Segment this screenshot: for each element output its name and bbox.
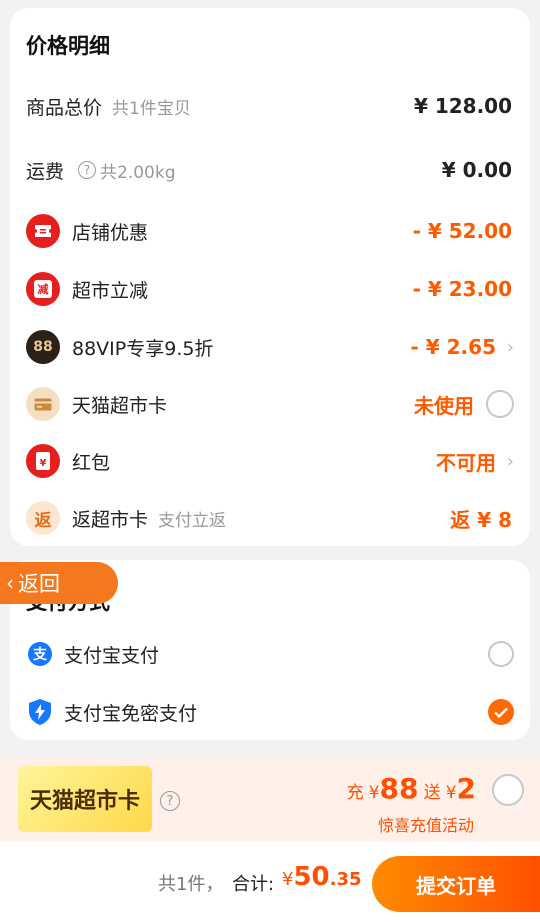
total-decimal: .35 [329, 869, 362, 890]
submit-order-button[interactable]: 提交订单 [372, 856, 540, 912]
reduce-icon-glyph: 减 [34, 280, 52, 298]
rebate-card-amount: 返 ¥ 8 [450, 507, 512, 532]
goods-total-amount: ¥ 128.00 [413, 94, 512, 118]
store-discount-row: 店铺优惠 - ¥ 52.00 [10, 209, 530, 253]
alipay-passwordless-label: 支付宝免密支付 [64, 702, 198, 725]
goods-total-sub: 共1件宝贝 [112, 98, 191, 119]
charge-amount: 88 [379, 772, 419, 805]
tmall-card-radio[interactable] [486, 390, 514, 418]
charge-prefix: 充 [346, 783, 364, 803]
gift-amount: 2 [456, 772, 476, 805]
shipping-label: 运费 [26, 160, 65, 183]
vip-discount-row[interactable]: 88 88VIP专享9.5折 - ¥ 2.65 › [10, 325, 530, 369]
chevron-left-icon: ‹ [6, 571, 14, 595]
store-discount-label: 店铺优惠 [72, 221, 149, 244]
tmall-card-status: 未使用 [414, 393, 474, 418]
store-discount-amount: - ¥ 52.00 [412, 219, 512, 243]
market-reduction-row: 减 超市立减 - ¥ 23.00 [10, 267, 530, 311]
total-label: 合计: [232, 874, 275, 895]
goods-total-label: 商品总价 [26, 96, 103, 119]
red-packet-label: 红包 [72, 451, 111, 474]
alipay-radio[interactable] [488, 641, 514, 667]
back-label: 返回 [18, 572, 60, 596]
rebate-card-label: 返超市卡 [72, 508, 149, 531]
promo-subtitle: 惊喜充值活动 [377, 816, 474, 835]
currency-symbol: ¥ [368, 783, 380, 803]
rebate-card-sub: 支付立返 [158, 510, 227, 531]
rebate-card-row: 返 返超市卡 支付立返 返 ¥ 8 [10, 496, 530, 540]
price-detail-card: 价格明细 商品总价 共1件宝贝 ¥ 128.00 运费 ? 共2.00kg ¥ … [10, 8, 530, 546]
chevron-right-icon: › [506, 336, 514, 358]
vip88-icon: 88 [26, 330, 60, 364]
tmall-card-badge: 天猫超市卡 [18, 766, 152, 832]
chevron-right-icon: › [506, 450, 514, 472]
alipay-passwordless-option[interactable]: 支付宝免密支付 [10, 692, 530, 732]
shield-lightning-icon [26, 698, 54, 726]
shipping-weight: 共2.00kg [100, 162, 176, 183]
ticket-icon [26, 214, 60, 248]
tmall-card-row[interactable]: 天猫超市卡 未使用 [10, 382, 530, 426]
alipay-label: 支付宝支付 [64, 644, 160, 667]
gift-prefix: 送 [423, 783, 441, 803]
item-count: 共1件， [158, 874, 224, 895]
red-packet-glyph: ¥ [36, 452, 50, 470]
check-icon[interactable] [488, 699, 514, 725]
market-reduction-label: 超市立减 [72, 279, 149, 302]
svg-text:支: 支 [32, 646, 48, 663]
reduce-icon: 减 [26, 272, 60, 306]
goods-total-row: 商品总价 共1件宝贝 ¥ 128.00 [10, 84, 530, 128]
red-packet-icon: ¥ [26, 444, 60, 478]
red-packet-row[interactable]: ¥ 红包 不可用 › [10, 439, 530, 483]
rebate-icon: 返 [26, 501, 60, 535]
vip-discount-amount: - ¥ 2.65 [410, 335, 497, 359]
total-amount: ¥50.35 [282, 862, 362, 892]
alipay-option[interactable]: 支 支付宝支付 [10, 634, 530, 674]
tmall-card-label: 天猫超市卡 [72, 394, 168, 417]
back-button[interactable]: ‹ 返回 [0, 562, 118, 604]
vip-discount-label: 88VIP专享9.5折 [72, 337, 214, 360]
currency-symbol: ¥ [445, 783, 457, 803]
price-detail-title: 价格明细 [26, 34, 110, 58]
checkout-bar: 共1件， 合计: ¥50.35 提交订单 [0, 842, 540, 924]
market-reduction-amount: - ¥ 23.00 [412, 277, 512, 301]
recharge-promo: 天猫超市卡 ? 充 ¥88 送 ¥2 惊喜充值活动 [0, 758, 540, 842]
total-integer: 50 [293, 862, 330, 892]
total-currency: ¥ [282, 869, 294, 890]
alipay-icon: 支 [26, 640, 54, 668]
red-packet-status: 不可用 [436, 450, 496, 475]
help-icon[interactable]: ? [160, 791, 180, 811]
shipping-row: 运费 ? 共2.00kg ¥ 0.00 [10, 148, 530, 192]
card-icon [26, 387, 60, 421]
promo-offer: 充 ¥88 送 ¥2 [347, 772, 476, 805]
help-icon[interactable]: ? [78, 161, 97, 179]
promo-radio[interactable] [492, 774, 524, 806]
shipping-amount: ¥ 0.00 [441, 158, 512, 182]
